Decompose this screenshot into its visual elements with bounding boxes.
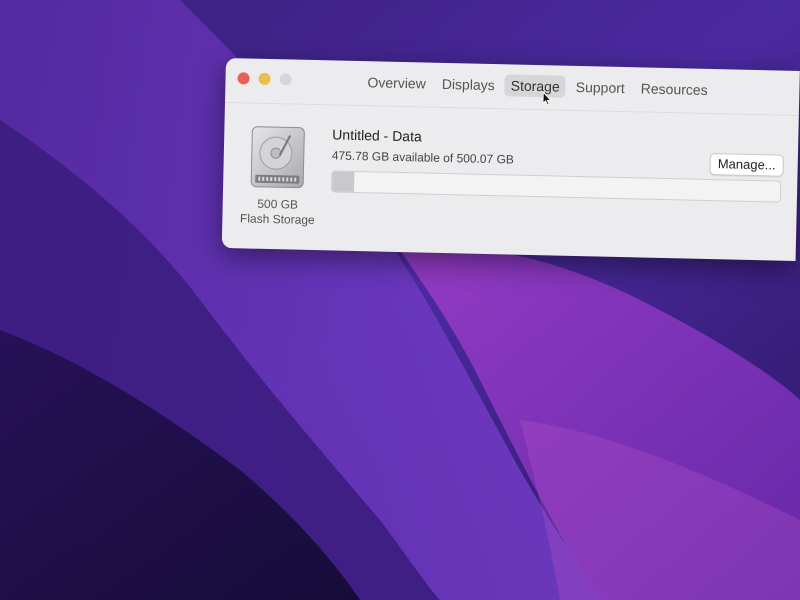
tab-bar: Overview Displays Storage Support Resour… [361,71,714,101]
tab-storage[interactable]: Storage [504,74,566,98]
manage-button[interactable]: Manage... [709,153,784,177]
toolbar-divider [224,101,799,117]
zoom-button[interactable] [279,73,292,86]
volume-name: Untitled - Data [332,126,422,145]
tab-support[interactable]: Support [569,76,631,99]
hard-drive-icon [250,126,305,189]
volume-available-text: 475.78 GB available of 500.07 GB [331,148,515,167]
tab-displays[interactable]: Displays [436,73,501,96]
minimize-button[interactable] [258,72,271,86]
tab-resources[interactable]: Resources [635,77,714,101]
about-this-mac-window: Overview Displays Storage Support Resour… [221,58,800,261]
tab-overview[interactable]: Overview [361,71,432,95]
window-controls [237,72,292,86]
close-button[interactable] [237,72,250,85]
storage-usage-fill [331,171,355,192]
drive-capacity-label: 500 GB Flash Storage [232,196,323,228]
drive-type-text: Flash Storage [239,211,315,228]
storage-usage-bar [330,170,782,203]
mouse-pointer-icon [542,91,552,106]
